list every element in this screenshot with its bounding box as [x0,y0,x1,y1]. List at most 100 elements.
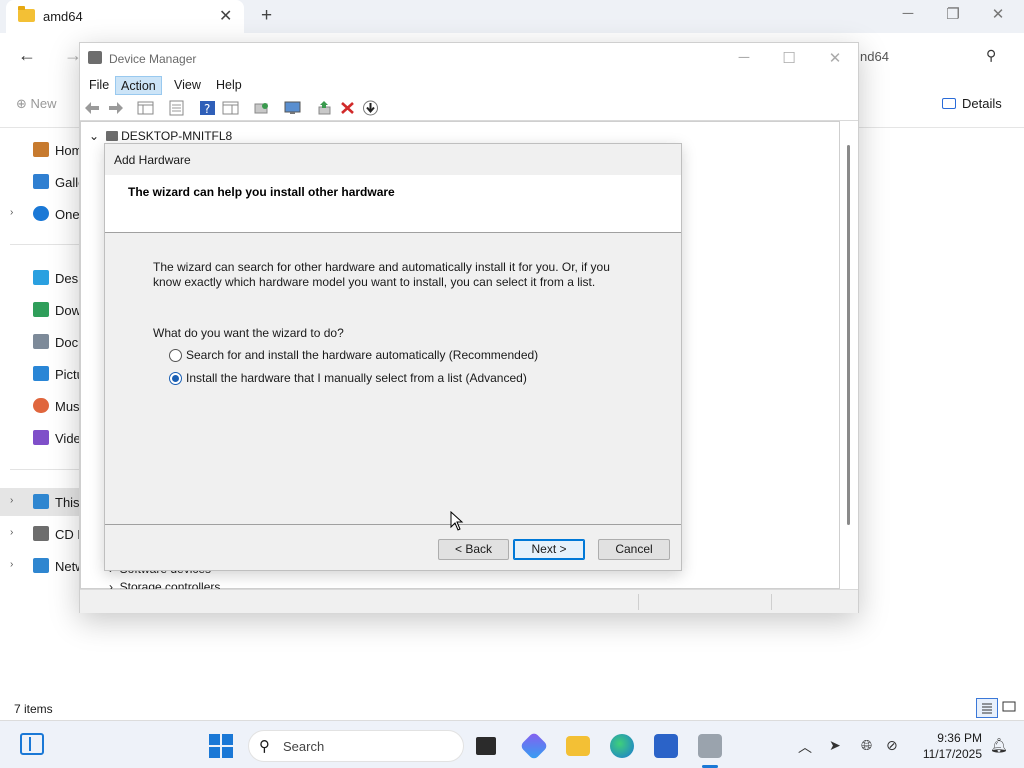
forward-arrow-icon[interactable] [107,100,124,116]
enable-device-icon[interactable] [362,100,379,116]
nav-item-cd-drive[interactable]: › CD Drive [0,520,108,548]
store-icon[interactable] [654,734,678,758]
large-icons-view-button[interactable] [999,698,1021,718]
nav-item-home[interactable]: Home [0,136,90,164]
volume-muted-icon[interactable]: ⊘ [886,737,898,754]
close-button[interactable]: ✕ [825,49,845,67]
add-hardware-dialog: Add Hardware The wizard can help you ins… [104,143,682,571]
new-tab-button[interactable]: + [261,5,272,27]
nav-item-music[interactable]: Music [0,392,90,420]
nav-item-desktop[interactable]: Desktop [0,264,103,292]
nav-item-downloads[interactable]: Downloads [0,296,119,324]
network-icon [33,558,49,573]
download-icon [33,302,49,317]
menu-file[interactable]: File [84,76,114,95]
edge-browser-icon[interactable] [610,734,634,758]
explorer-tab[interactable]: amd64 ✕ [6,0,244,33]
navigation-pane: Home Gallery › OneDrive Desktop Download… [0,128,121,688]
menu-help[interactable]: Help [211,76,247,95]
radio-checked[interactable] [169,372,182,385]
taskbar-search[interactable]: ⚲ Search [248,730,464,762]
search-placeholder: Search [283,739,325,754]
nav-item-this-pc[interactable]: › This PC [0,488,101,516]
back-button[interactable]: < Back [438,539,509,560]
radio-unchecked[interactable] [169,349,182,362]
wizard-header: The wizard can help you install other ha… [105,175,681,233]
nav-divider [10,244,85,245]
chevron-up-icon[interactable]: ︿ [798,737,812,757]
action-pane-icon[interactable] [222,100,239,116]
wizard-question: What do you want the wizard to do? [153,326,344,340]
details-button[interactable]: Details [942,96,1002,111]
chevron-right-icon[interactable]: › [10,207,13,218]
properties-icon[interactable] [168,100,185,116]
update-driver-icon[interactable] [316,100,333,116]
toolbar: ? [80,95,858,121]
device-manager-icon [88,51,102,64]
chevron-right-icon[interactable]: › [10,495,13,506]
option-label[interactable]: Install the hardware that I manually sel… [186,371,527,385]
close-button[interactable]: ✕ [988,5,1008,23]
tree-root-node[interactable]: ⌄ DESKTOP-MNITFL8 [89,129,232,143]
chevron-right-icon[interactable]: › [10,527,13,538]
start-button[interactable] [209,734,233,758]
cancel-button[interactable]: Cancel [598,539,670,560]
copilot-icon[interactable] [519,731,549,761]
nav-item-documents[interactable]: Documents [0,328,121,356]
show-hide-tree-icon[interactable] [137,100,154,116]
file-explorer-icon[interactable] [566,736,590,756]
new-button-label: New [30,96,57,111]
menu-view[interactable]: View [169,76,206,95]
menu-action[interactable]: Action [115,76,162,95]
location-arrow-icon[interactable]: ➤ [829,737,841,754]
tiles-view-icon [1002,701,1016,712]
option-label[interactable]: Search for and install the hardware auto… [186,348,538,362]
wizard-heading: The wizard can help you install other ha… [128,185,395,199]
help-icon[interactable]: ? [199,100,216,116]
back-arrow-icon[interactable] [84,100,101,116]
status-divider [771,594,772,610]
tree-scrollbar[interactable] [847,145,850,525]
chevron-down-icon[interactable]: ⌄ [89,129,99,143]
widgets-icon[interactable] [20,733,44,755]
task-view-icon[interactable] [476,737,496,755]
document-icon [33,334,49,349]
maximize-button[interactable]: ❐ [943,5,963,23]
list-view-icon [982,703,992,714]
nav-item-videos[interactable]: Videos [0,424,95,452]
nav-item-network[interactable]: › Network [0,552,103,580]
scan-hardware-icon[interactable] [253,100,270,116]
desktop-icon [33,270,49,285]
nav-item-gallery[interactable]: Gallery [0,168,96,196]
minimize-button[interactable]: ─ [898,5,918,22]
details-pane-icon [942,98,956,109]
cd-drive-icon [33,526,49,541]
home-icon [33,142,49,157]
new-button[interactable]: ⊕ New [16,96,57,112]
nav-item-pictures[interactable]: Pictures [0,360,102,388]
nav-item-onedrive[interactable]: › OneDrive [0,200,110,228]
maximize-button[interactable]: ☐ [779,49,799,67]
search-icon[interactable]: ⚲ [986,47,996,64]
status-bar [80,589,858,613]
minimize-button[interactable]: ─ [734,49,754,66]
system-clock[interactable]: 9:36 PM 11/17/2025 [916,730,982,762]
clock-time: 9:36 PM [937,731,982,745]
tree-root-label: DESKTOP-MNITFL8 [121,129,233,143]
tab-close-button[interactable]: ✕ [219,6,232,26]
monitor-icon[interactable] [284,100,301,116]
explorer-search-box[interactable]: nd64 [860,49,889,64]
tab-title: amd64 [43,9,83,24]
chevron-right-icon[interactable]: › [10,559,13,570]
device-manager-taskbar-icon[interactable] [698,734,722,758]
back-arrow-icon[interactable]: ← [18,45,36,66]
details-view-button[interactable] [976,698,998,718]
folder-icon [18,6,35,22]
next-button[interactable]: Next > [513,539,585,560]
dialog-title: Add Hardware [114,153,191,167]
notification-icon[interactable]: 🔔︎ [990,737,1008,754]
uninstall-device-icon[interactable] [339,100,356,116]
picture-icon [33,366,49,381]
plus-circle-icon: ⊕ [16,96,27,111]
network-globe-icon[interactable]: 🌐︎ [861,737,872,754]
